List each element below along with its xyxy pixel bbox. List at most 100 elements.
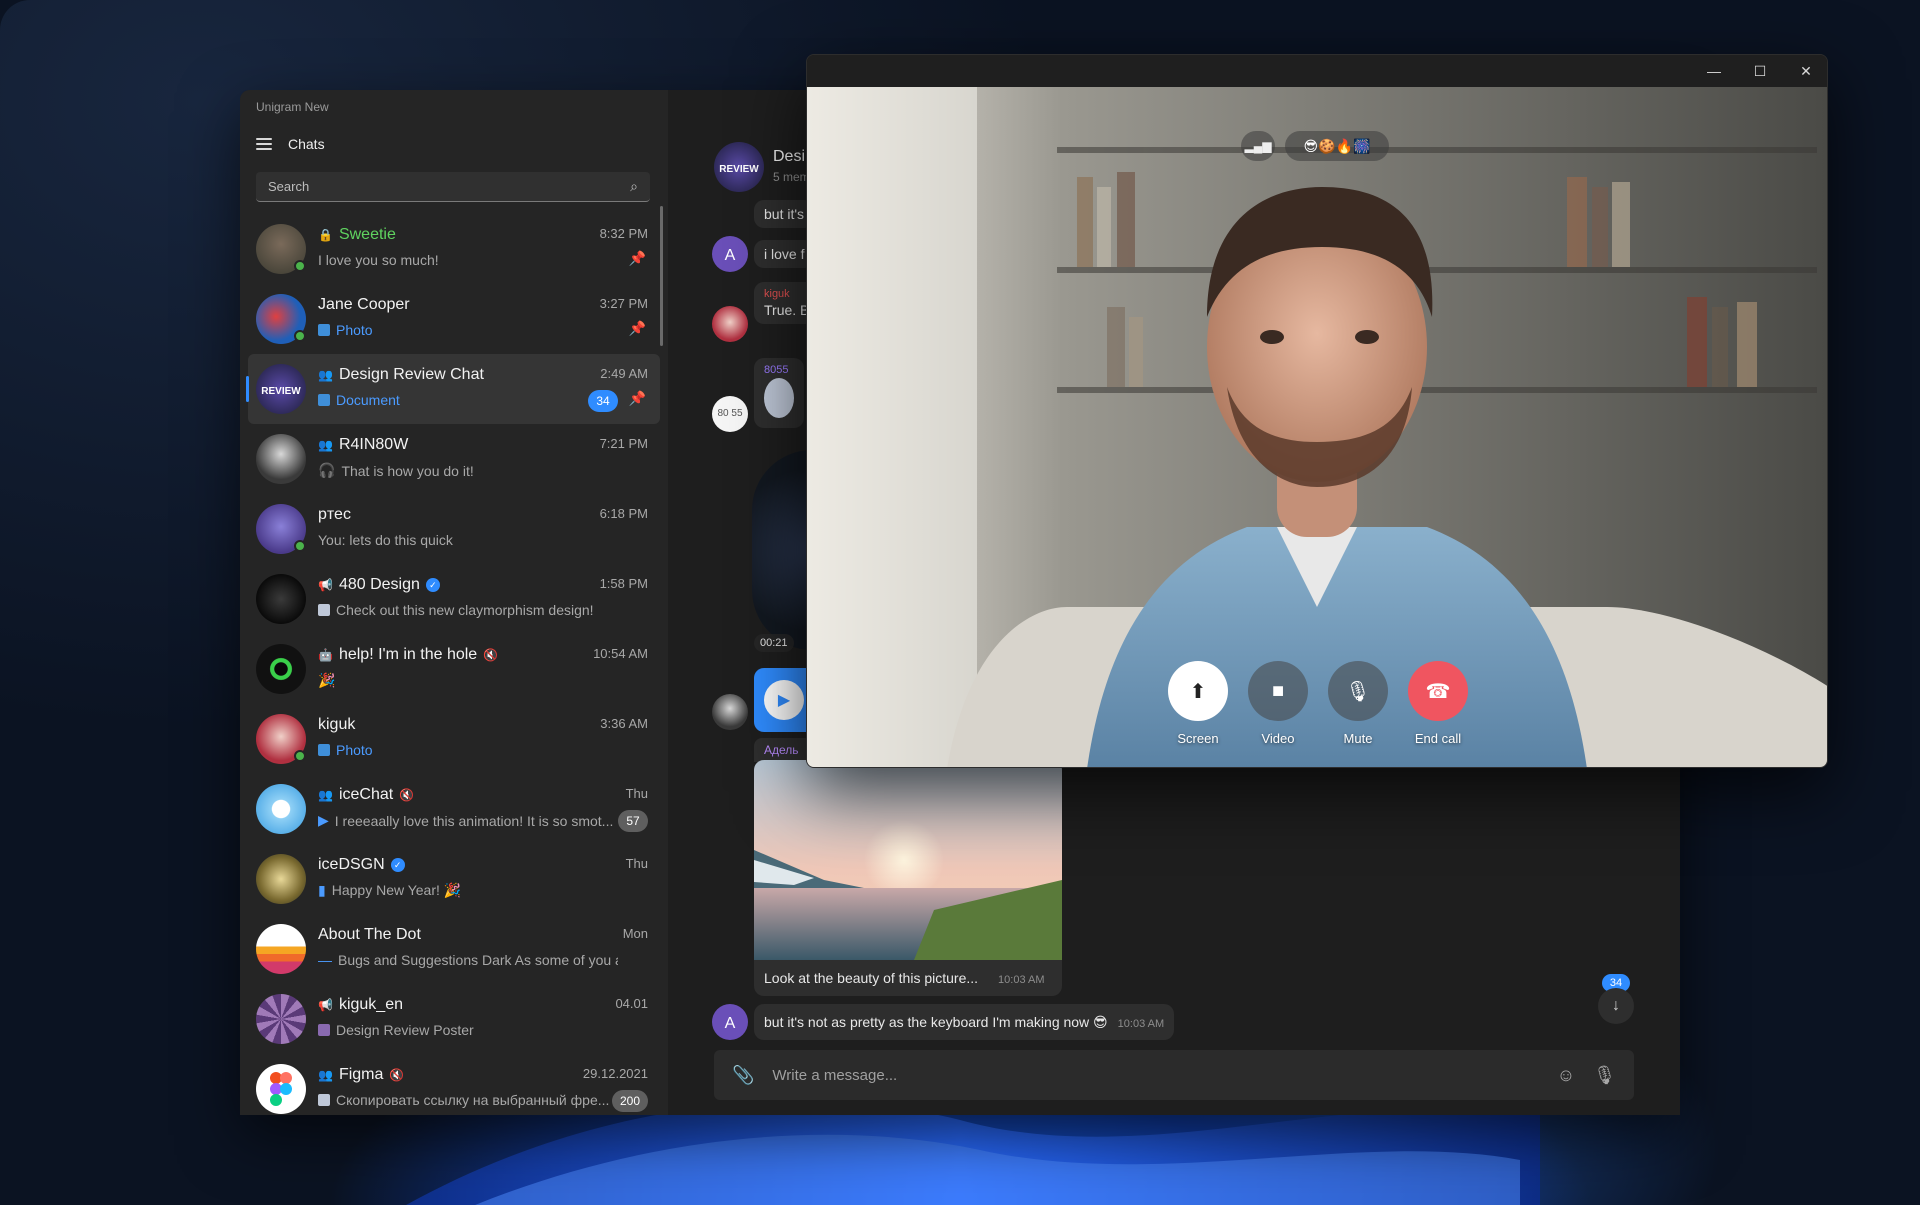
- lock-icon: 🔒: [318, 228, 333, 242]
- message-input[interactable]: [772, 1066, 1539, 1084]
- encryption-emojis[interactable]: 😎🍪🔥🎆: [1285, 131, 1389, 161]
- message-bubble[interactable]: but it's not as pretty as the keyboard I…: [754, 1004, 1175, 1040]
- chat-time: 7:21 PM: [599, 436, 648, 451]
- photo-icon: [318, 324, 330, 336]
- avatar[interactable]: 80 55: [712, 396, 748, 432]
- chat-preview: Скопировать ссылку на выбранный фре...: [318, 1092, 618, 1108]
- attach-icon[interactable]: 📎: [732, 1065, 754, 1086]
- chat-name: 👥 Figma 🔇: [318, 1066, 405, 1083]
- video-control: ■ Video: [1238, 661, 1318, 746]
- megaphone-icon: 📢: [318, 998, 333, 1012]
- muted-icon: 🔇: [483, 648, 499, 662]
- scroll-down-button[interactable]: ↓: [1598, 988, 1634, 1024]
- microphone-icon[interactable]: 🎙: [1593, 1065, 1616, 1086]
- search-box: ⌕: [256, 172, 650, 202]
- end-call-button[interactable]: ☎: [1408, 661, 1468, 721]
- landscape-photo: [754, 760, 1062, 960]
- search-input[interactable]: [268, 179, 631, 194]
- message-composer: 📎 ☺ 🎙: [714, 1050, 1634, 1100]
- chat-time: 1:58 PM: [599, 576, 648, 591]
- avatar: REVIEW: [256, 364, 306, 414]
- photo-caption: Look at the beauty of this picture... 10:…: [764, 970, 1045, 986]
- maximize-icon: ☐: [1753, 62, 1767, 79]
- chat-item-figma[interactable]: 👥 Figma 🔇 Скопировать ссылку на выбранный …: [248, 1054, 660, 1115]
- video-icon: ▶: [318, 812, 329, 828]
- video-toggle-button[interactable]: ■: [1248, 661, 1308, 721]
- chat-item-r4in80w[interactable]: 👥 R4IN80W 🎧 That is how you do it! 7:21 PM: [248, 424, 660, 494]
- chat-item-kiguk-en[interactable]: 📢 kiguk_en Design Review Poster 04.01: [248, 984, 660, 1054]
- chat-item-sweetie[interactable]: 🔒 Sweetie I love you so much! 8:32 PM 📌: [248, 214, 660, 284]
- play-icon[interactable]: ▶: [764, 680, 804, 720]
- chat-header-avatar[interactable]: REVIEW: [714, 142, 764, 192]
- remote-video-feed: ▂▄▆ 😎🍪🔥🎆 ⬆ Screen ■ Video 🎙 Mute ☎ End c…: [807, 87, 1827, 767]
- pin-icon: 📌: [628, 390, 646, 406]
- online-indicator: [294, 750, 306, 762]
- chat-name: About The Dot: [318, 926, 421, 943]
- search-icon[interactable]: ⌕: [630, 178, 638, 195]
- review-logo-icon: REVIEW: [719, 164, 759, 175]
- mute-button[interactable]: 🎙: [1328, 661, 1388, 721]
- screen-share-button[interactable]: ⬆: [1168, 661, 1228, 721]
- emoji-icon[interactable]: ☺: [1557, 1065, 1575, 1086]
- chat-name: iceDSGN ✓: [318, 856, 405, 874]
- avatar[interactable]: A: [712, 1004, 748, 1040]
- figma-logo-icon: [270, 1072, 292, 1106]
- video-call-window: — ☐ ✕ ▂▄▆ 😎🍪🔥🎆 ⬆ Screen ■ Video 🎙 Mute ☎…: [806, 54, 1828, 768]
- chat-item-ptec[interactable]: pтес You: lets do this quick 6:18 PM: [248, 494, 660, 564]
- chat-name: 👥 R4IN80W: [318, 436, 409, 453]
- chat-name: 📢 kiguk_en: [318, 996, 403, 1013]
- signal-strength-icon[interactable]: ▂▄▆: [1241, 131, 1275, 161]
- avatar: [256, 644, 306, 694]
- group-icon: 👥: [318, 368, 333, 382]
- avatar: [256, 924, 306, 974]
- conversation-title[interactable]: Desi: [773, 148, 805, 166]
- avatar: [256, 994, 306, 1044]
- chat-time: 3:36 AM: [600, 716, 648, 731]
- group-icon: 👥: [318, 438, 333, 452]
- chat-item-icedsgn[interactable]: iceDSGN ✓ ▮ Happy New Year! 🎉 Thu: [248, 844, 660, 914]
- verified-icon: ✓: [390, 858, 405, 872]
- maximize-button[interactable]: ☐: [1737, 55, 1783, 87]
- image-icon: [318, 604, 330, 616]
- avatar[interactable]: A: [712, 236, 748, 272]
- audio-message[interactable]: ▶: [754, 668, 814, 732]
- minimize-button[interactable]: —: [1691, 55, 1737, 87]
- message-sender: kiguk: [764, 288, 790, 300]
- chat-name: pтес: [318, 506, 351, 523]
- unread-badge: 200: [611, 1090, 648, 1112]
- microphone-icon: 🎙: [1345, 680, 1371, 703]
- close-button[interactable]: ✕: [1783, 55, 1827, 87]
- chat-preview: ▶ I reeeaally love this animation! It is …: [318, 812, 614, 829]
- chat-item-design-review-chat[interactable]: REVIEW 👥 Design Review Chat Document 2:49…: [246, 354, 660, 424]
- chat-preview: — Bugs and Suggestions Dark As some of yo…: [318, 952, 618, 968]
- photo-message[interactable]: Look at the beauty of this picture... 10:…: [754, 760, 1062, 996]
- chat-item-jane-cooper[interactable]: Jane Cooper Photo 3:27 PM 📌: [248, 284, 660, 354]
- online-indicator: [294, 540, 306, 552]
- message-bubble[interactable]: 8055: [754, 358, 804, 428]
- avatar: [256, 574, 306, 624]
- chat-item-about-the-dot[interactable]: About The Dot — Bugs and Suggestions Dark…: [248, 914, 660, 984]
- chat-time: 10:54 AM: [593, 646, 648, 661]
- round-video-message[interactable]: [752, 450, 812, 650]
- svg-text:REVIEW: REVIEW: [261, 386, 301, 397]
- conversation-subtitle: 5 mem: [773, 170, 810, 184]
- chat-list-scrollbar[interactable]: [660, 206, 663, 346]
- mute-label: Mute: [1343, 731, 1373, 746]
- video-label: Video: [1261, 731, 1295, 746]
- chat-item-480-design[interactable]: 📢 480 Design ✓ Check out this new claymorp…: [248, 564, 660, 634]
- document-icon: [318, 394, 330, 406]
- chat-preview: Design Review Poster: [318, 1022, 618, 1038]
- mute-control: 🎙 Mute: [1318, 661, 1398, 746]
- avatar[interactable]: [712, 694, 748, 730]
- chat-item-icechat[interactable]: 👥 iceChat 🔇 ▶ I reeeaally love this animati…: [248, 774, 660, 844]
- chat-item-help-im-in-the-hole[interactable]: 🤖 help! I'm in the hole 🔇 🎉 10:54 AM: [248, 634, 660, 704]
- chats-label: Chats: [288, 136, 325, 152]
- chat-name: 👥 Design Review Chat: [318, 366, 484, 383]
- chat-list-sidebar: Unigram New Chats ⌕ 🔒Sweetie I love you …: [240, 90, 663, 1115]
- avatar[interactable]: [712, 306, 748, 342]
- chat-preview: Photo: [318, 322, 618, 338]
- menu-icon[interactable]: [256, 138, 272, 150]
- chat-name: 🔒 Sweetie: [318, 226, 396, 243]
- chat-item-kiguk[interactable]: kiguk Photo 3:36 AM: [248, 704, 660, 774]
- chat-name: Jane Cooper: [318, 296, 410, 313]
